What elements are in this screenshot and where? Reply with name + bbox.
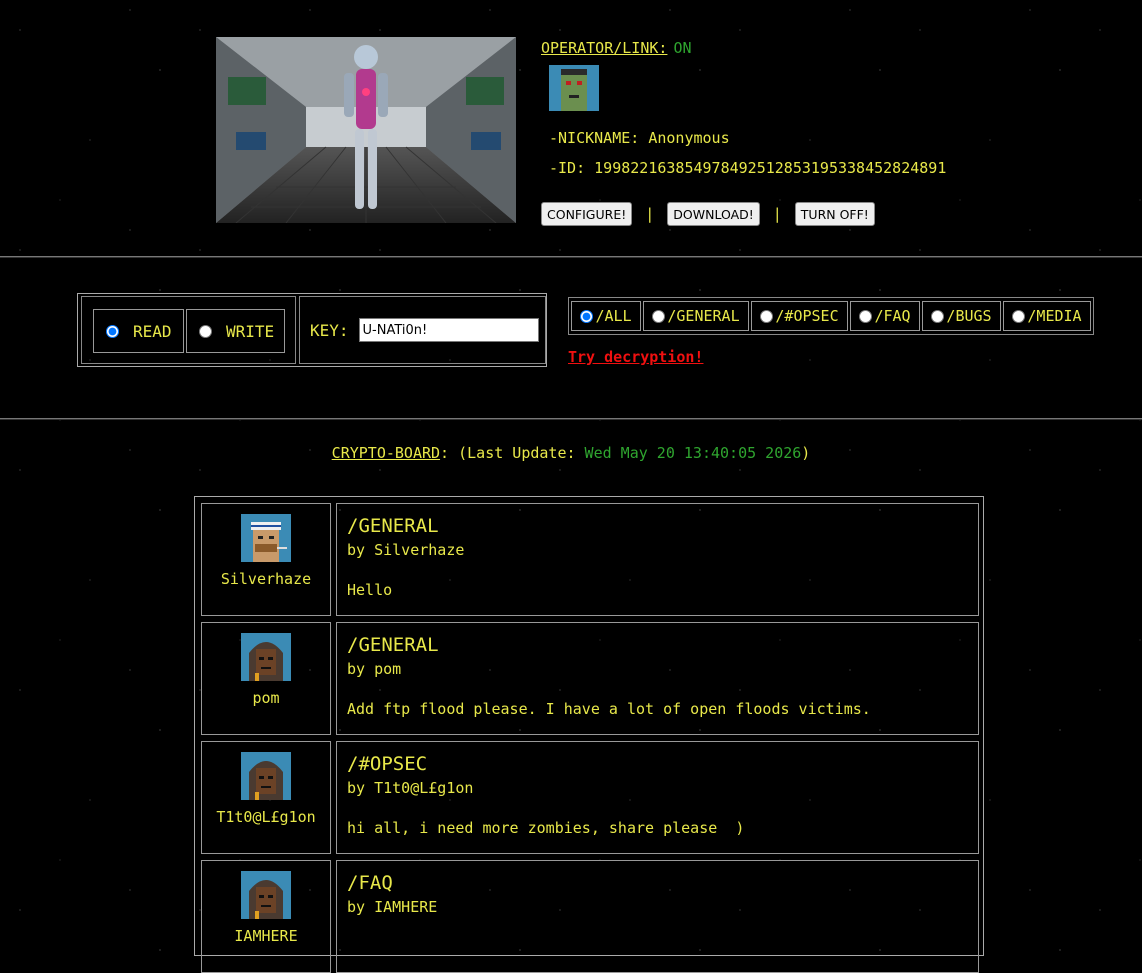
turn-off-button[interactable]: TURN OFF! — [794, 202, 875, 226]
board-option-label: /#OPSEC — [775, 307, 839, 325]
post-row: IAMHERE /FAQ by IAMHERE — [201, 860, 979, 973]
post-message: Hello — [347, 581, 393, 599]
post-message: Add ftp flood please. I have a lot of op… — [347, 700, 871, 718]
write-option[interactable]: WRITE — [186, 309, 285, 353]
key-input[interactable] — [358, 318, 539, 342]
hooded-avatar-icon — [241, 752, 291, 800]
post-author-name: T1t0@L£g1on — [216, 808, 316, 826]
post-row: T1t0@L£g1on /#OPSEC by T1t0@L£g1on hi al… — [201, 741, 979, 854]
board-option-opsec[interactable]: /#OPSEC — [751, 301, 848, 331]
post-body: /GENERAL by pom Add ftp flood please. I … — [336, 622, 979, 735]
operator-link-label[interactable]: OPERATOR/LINK: — [541, 39, 667, 57]
post-author-cell: IAMHERE — [201, 860, 331, 973]
post-author-cell: Silverhaze — [201, 503, 331, 616]
post-board: /GENERAL — [347, 634, 439, 656]
hooded-avatar-icon — [241, 633, 291, 681]
nickname-line: -NICKNAME: Anonymous — [549, 129, 730, 147]
zombie-avatar-icon — [549, 65, 599, 111]
post-author-cell: T1t0@L£g1on — [201, 741, 331, 854]
divider — [0, 418, 1142, 420]
action-bar: CONFIGURE! | DOWNLOAD! | TURN OFF! — [541, 202, 875, 226]
post-row: Silverhaze /GENERAL by Silverhaze Hello — [201, 503, 979, 616]
board-option-media[interactable]: /MEDIA — [1003, 301, 1091, 331]
post-board: /GENERAL — [347, 515, 439, 537]
bandana-avatar-icon — [241, 514, 291, 562]
board-radio-opsec[interactable] — [760, 309, 774, 323]
board-option-faq[interactable]: /FAQ — [850, 301, 920, 331]
board-radio-all[interactable] — [580, 309, 594, 323]
board-radio-media[interactable] — [1012, 309, 1026, 323]
key-field-cell: KEY: — [299, 296, 546, 364]
board-option-bugs[interactable]: /BUGS — [922, 301, 1001, 331]
post-author-name: pom — [252, 689, 280, 707]
divider — [0, 256, 1142, 258]
read-option[interactable]: READ — [93, 309, 184, 353]
post-byline: by T1t0@L£g1on — [347, 779, 474, 797]
board-name-link[interactable]: CRYPTO-BOARD — [332, 444, 440, 462]
read-label: READ — [133, 321, 172, 341]
corridor-robot-image — [216, 37, 516, 223]
write-label: WRITE — [226, 321, 275, 341]
read-radio[interactable] — [106, 324, 119, 338]
board-header: CRYPTO-BOARD: (Last Update: Wed May 20 1… — [0, 444, 1142, 462]
board-option-label: /MEDIA — [1027, 307, 1082, 325]
board-radio-general[interactable] — [652, 309, 666, 323]
board-option-label: /FAQ — [874, 307, 911, 325]
key-label: KEY: — [310, 320, 349, 340]
post-byline: by IAMHERE — [347, 898, 438, 916]
post-board: /#OPSEC — [347, 753, 428, 775]
post-byline: by pom — [347, 660, 402, 678]
board-option-label: /BUGS — [946, 307, 992, 325]
mode-key-panel: READ WRITE KEY: — [77, 293, 547, 367]
board-radio-bugs[interactable] — [931, 309, 945, 323]
post-board: /FAQ — [347, 872, 393, 894]
board-option-general[interactable]: /GENERAL — [643, 301, 749, 331]
post-author-cell: pom — [201, 622, 331, 735]
board-radio-faq[interactable] — [859, 309, 873, 323]
board-option-label: /GENERAL — [667, 307, 740, 325]
board-option-label: /ALL — [595, 307, 632, 325]
post-byline: by Silverhaze — [347, 541, 465, 559]
last-update-time: Wed May 20 13:40:05 2026 — [584, 444, 802, 462]
write-radio[interactable] — [199, 324, 212, 338]
post-list: Silverhaze /GENERAL by Silverhaze Hello … — [194, 496, 984, 973]
operator-status: OPERATOR/LINK: ON — [541, 38, 692, 57]
board-header-text: : (Last Update: — [440, 444, 585, 462]
post-body: /GENERAL by Silverhaze Hello — [336, 503, 979, 616]
post-author-name: IAMHERE — [234, 927, 298, 945]
hooded-avatar-icon — [241, 871, 291, 919]
mode-selector: READ WRITE — [81, 296, 296, 364]
post-row: pom /GENERAL by pom Add ftp flood please… — [201, 622, 979, 735]
board-filter: /ALL /GENERAL /#OPSEC /FAQ /BUGS /MEDIA — [568, 297, 1094, 335]
post-body: /#OPSEC by T1t0@L£g1on hi all, i need mo… — [336, 741, 979, 854]
separator: | — [772, 205, 782, 223]
download-button[interactable]: DOWNLOAD! — [667, 202, 760, 226]
board-option-all[interactable]: /ALL — [571, 301, 641, 331]
separator: | — [645, 205, 655, 223]
post-body: /FAQ by IAMHERE — [336, 860, 979, 973]
board-header-close: ) — [801, 444, 811, 462]
configure-button[interactable]: CONFIGURE! — [541, 202, 633, 226]
id-line: -ID: 19982216385497849251285319533845282… — [549, 159, 947, 177]
post-author-name: Silverhaze — [220, 570, 312, 588]
operator-state: ON — [673, 39, 692, 57]
post-message: hi all, i need more zombies, share pleas… — [347, 819, 745, 837]
try-decryption-link[interactable]: Try decryption! — [568, 348, 703, 366]
